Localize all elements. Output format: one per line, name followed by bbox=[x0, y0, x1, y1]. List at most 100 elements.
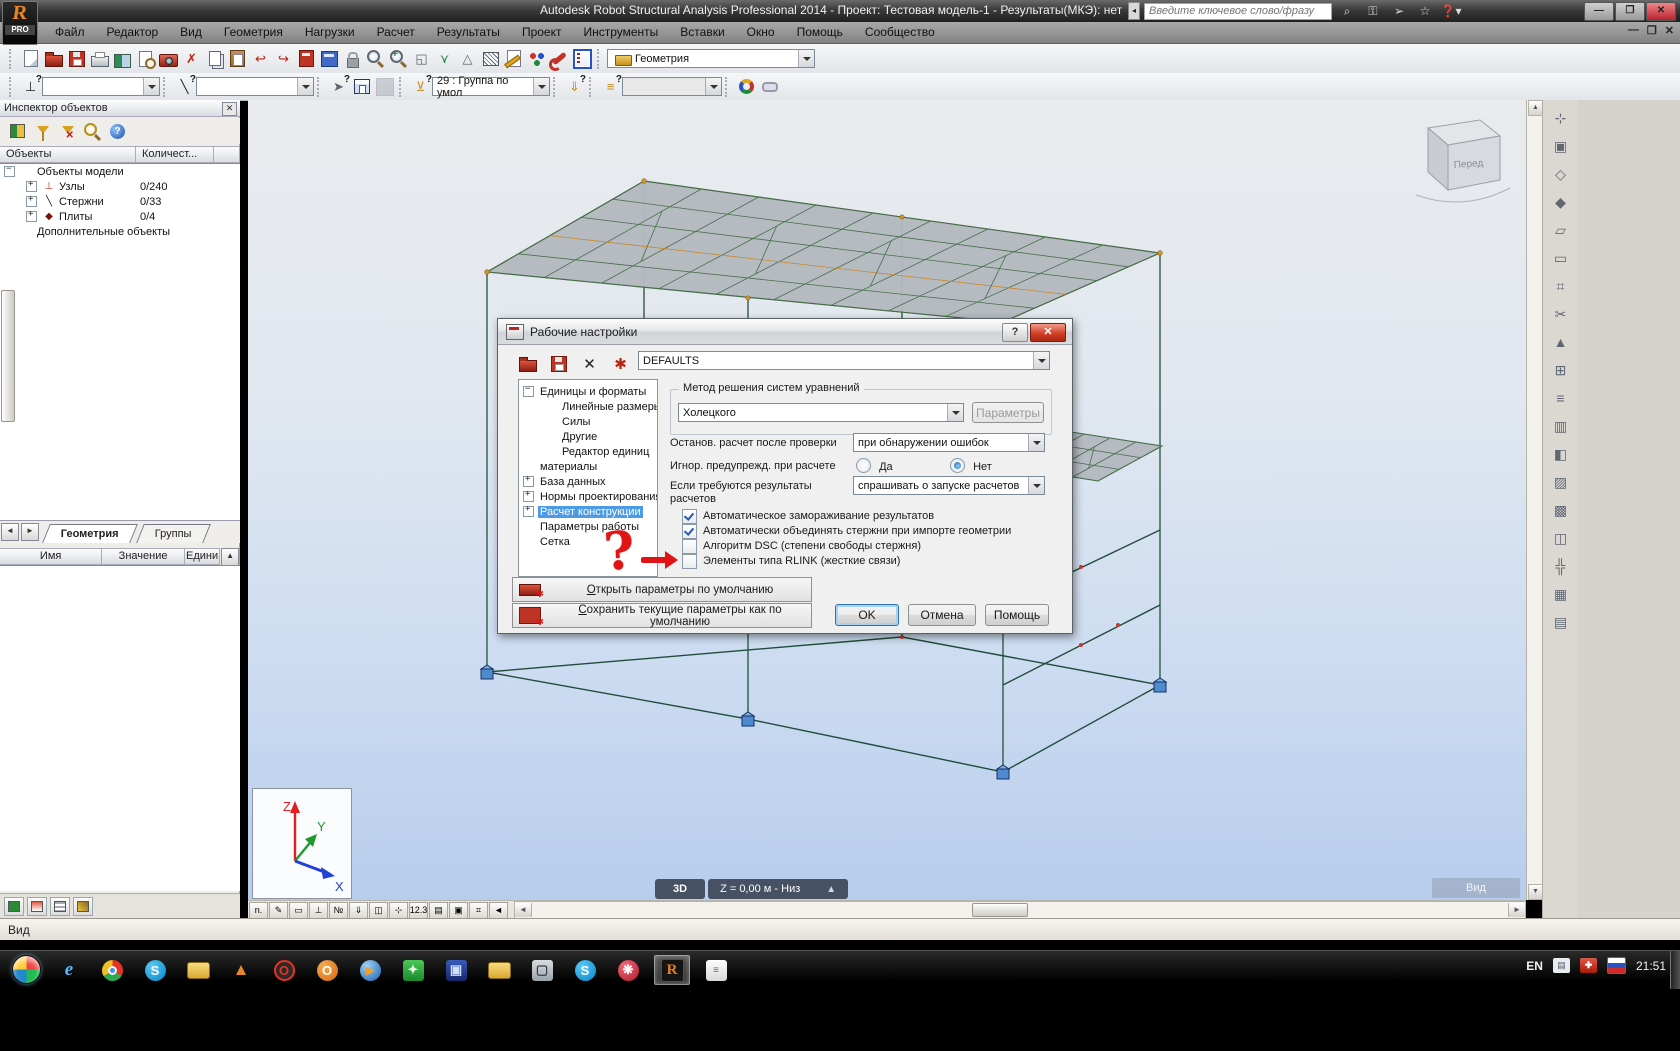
rt-node-icon[interactable]: ◇ bbox=[1547, 160, 1575, 188]
results-needed-combo[interactable]: спрашивать о запуске расчетов bbox=[853, 476, 1045, 495]
taskbar-robot-active[interactable]: R bbox=[654, 955, 690, 985]
menu-item[interactable]: Инструменты bbox=[572, 22, 669, 43]
checkbox-merge-bars[interactable]: Автоматически объединять стержни при имп… bbox=[682, 524, 1011, 538]
view-attr-grid-icon[interactable]: ▤ bbox=[429, 902, 448, 919]
dlg-tree-databases[interactable]: База данных bbox=[519, 474, 657, 489]
taskbar-blue-app[interactable]: ▣ bbox=[439, 956, 473, 984]
rt-panel-icon[interactable]: ▱ bbox=[1547, 216, 1575, 244]
window-close-button[interactable]: ✕ bbox=[1646, 2, 1676, 21]
layer-icon-4[interactable] bbox=[73, 897, 93, 916]
taskbar-opera[interactable]: O bbox=[267, 956, 301, 984]
view-attr-shrink-icon[interactable]: ⌗ bbox=[469, 902, 488, 919]
dlg-tree-design-codes[interactable]: Нормы проектирования bbox=[519, 489, 657, 504]
tree-expander-icon[interactable] bbox=[523, 476, 534, 487]
tree-panels[interactable]: ◆ Плиты 0/4 bbox=[0, 209, 240, 224]
print-preview-icon[interactable] bbox=[134, 48, 157, 70]
tree-expander-icon[interactable] bbox=[26, 211, 37, 222]
window-minimize-button[interactable]: — bbox=[1584, 2, 1614, 21]
menu-item[interactable]: Файл bbox=[44, 22, 96, 43]
column-objects[interactable]: Объекты bbox=[0, 146, 136, 163]
taskbar-skype[interactable]: S bbox=[138, 956, 172, 984]
view-attr-supports-icon[interactable]: ⊥ bbox=[309, 902, 328, 919]
tray-flag-icon[interactable] bbox=[1607, 957, 1626, 974]
lock-results-icon[interactable] bbox=[341, 48, 364, 70]
taskbar-media-player[interactable]: ▶ bbox=[353, 956, 387, 984]
view-attr-nodes-icon[interactable]: n. bbox=[249, 902, 268, 919]
checkbox-dsc-algorithm[interactable]: Алгоритм DSC (степени свободы стержня) bbox=[682, 539, 921, 553]
node-selection-combo[interactable] bbox=[42, 77, 160, 96]
initial-view-icon[interactable]: ◱ bbox=[410, 48, 433, 70]
tree-expander-icon[interactable] bbox=[523, 491, 534, 502]
checkbox[interactable] bbox=[682, 509, 697, 524]
column-units[interactable]: Едини bbox=[185, 548, 220, 565]
taskbar-skype-2[interactable]: S bbox=[568, 956, 602, 984]
search-binoculars-icon[interactable]: ⌕ bbox=[1336, 2, 1358, 20]
subscription-key-icon[interactable]: ⚿ bbox=[1362, 2, 1384, 20]
taskbar-vlc[interactable]: ▲ bbox=[224, 956, 258, 984]
dlg-tree-unit-editor[interactable]: Редактор единиц bbox=[519, 444, 657, 459]
inspector-close-icon[interactable]: ✕ bbox=[222, 102, 237, 116]
calculations-icon[interactable] bbox=[295, 48, 318, 70]
taskbar-chrome[interactable] bbox=[95, 956, 129, 984]
scroll-right-icon[interactable]: ► bbox=[1508, 903, 1525, 917]
column-name[interactable]: Имя bbox=[0, 548, 102, 565]
delete-icon[interactable]: ✗ bbox=[180, 48, 203, 70]
toolbar-grip[interactable] bbox=[725, 77, 732, 97]
taskbar-grey-app[interactable]: ▢ bbox=[525, 956, 559, 984]
taskbar-folder[interactable] bbox=[181, 956, 215, 984]
rt-section-icon[interactable]: ◧ bbox=[1547, 440, 1575, 468]
bar-selection-combo[interactable] bbox=[196, 77, 314, 96]
dialog-close-icon[interactable]: ✕ bbox=[1030, 323, 1066, 342]
rt-offset-icon[interactable]: ◫ bbox=[1547, 524, 1575, 552]
menu-item[interactable]: Сообщество bbox=[854, 22, 946, 43]
rt-column-icon[interactable]: ▥ bbox=[1547, 412, 1575, 440]
tree-additional-objects[interactable]: Дополнительные объекты bbox=[0, 224, 240, 239]
preferences-profile-combo[interactable]: DEFAULTS bbox=[638, 351, 1050, 370]
rt-opening-icon[interactable]: ⌗ bbox=[1547, 272, 1575, 300]
prefs-delete-icon[interactable]: ✕ bbox=[578, 353, 601, 375]
notes-icon[interactable] bbox=[502, 48, 525, 70]
menu-item[interactable]: Помощь bbox=[786, 22, 854, 43]
menu-item[interactable]: Проект bbox=[511, 22, 573, 43]
dialog-help-icon[interactable]: ? bbox=[1002, 323, 1028, 342]
select-cases-icon[interactable]: ≡ bbox=[599, 76, 622, 98]
mdi-minimize-icon[interactable]: — bbox=[1628, 24, 1639, 37]
view-attr-loads-icon[interactable]: ⇓ bbox=[349, 902, 368, 919]
taskbar-orange-app[interactable]: O bbox=[310, 956, 344, 984]
dlg-tree-linear[interactable]: Линейные размеры bbox=[519, 399, 657, 414]
mdi-restore-icon[interactable]: ❐ bbox=[1647, 24, 1657, 37]
menu-item[interactable]: Окно bbox=[736, 22, 786, 43]
toolbar-grip[interactable] bbox=[9, 49, 16, 69]
prefs-new-icon[interactable]: ✱ bbox=[609, 353, 632, 375]
prefs-open-icon[interactable] bbox=[516, 353, 539, 375]
prop-scroll-up-icon[interactable]: ▲ bbox=[221, 548, 239, 566]
tree-expander-icon[interactable] bbox=[523, 506, 534, 517]
tree-model-objects[interactable]: Объекты модели bbox=[0, 164, 240, 179]
rt-support-icon[interactable]: ▲ bbox=[1547, 328, 1575, 356]
measure-icon[interactable]: △ bbox=[456, 48, 479, 70]
rt-cut-icon[interactable]: ✂ bbox=[1547, 300, 1575, 328]
rt-beam-icon[interactable]: ≡ bbox=[1547, 384, 1575, 412]
tabs-scroll-left-icon[interactable]: ◄ bbox=[1, 523, 19, 541]
checkbox[interactable] bbox=[682, 524, 697, 539]
menu-item[interactable]: Результаты bbox=[426, 22, 511, 43]
filter-clear-icon[interactable] bbox=[56, 120, 79, 142]
save-default-params-button[interactable]: Сохранить текущие параметры как по умолч… bbox=[512, 603, 812, 628]
rt-release-icon[interactable]: ╬ bbox=[1547, 552, 1575, 580]
undo-icon[interactable]: ↩ bbox=[249, 48, 272, 70]
view-attr-values-icon[interactable]: 12.3 bbox=[409, 902, 428, 919]
search-prev-icon[interactable]: ◂ bbox=[1128, 2, 1140, 20]
select-pointer-icon[interactable]: ➤ bbox=[327, 76, 350, 98]
column-count[interactable]: Количест... bbox=[136, 146, 214, 163]
equation-method-combo[interactable]: Холецкого bbox=[678, 403, 964, 422]
stop-calc-combo[interactable]: при обнаружении ошибок bbox=[853, 433, 1045, 452]
menu-item[interactable]: Вставки bbox=[669, 22, 735, 43]
tree-expander-icon[interactable] bbox=[26, 196, 37, 207]
mdi-window-controls[interactable]: — ❐ ✕ bbox=[1628, 24, 1674, 37]
view-mode-3d[interactable]: 3D bbox=[655, 879, 705, 899]
taskbar-notepad[interactable]: ≡ bbox=[699, 956, 733, 984]
toolbar-grip[interactable] bbox=[163, 77, 170, 97]
rt-table-icon[interactable]: ▤ bbox=[1547, 608, 1575, 636]
tree-expander-icon[interactable] bbox=[26, 181, 37, 192]
layer-icon-1[interactable] bbox=[4, 897, 24, 916]
